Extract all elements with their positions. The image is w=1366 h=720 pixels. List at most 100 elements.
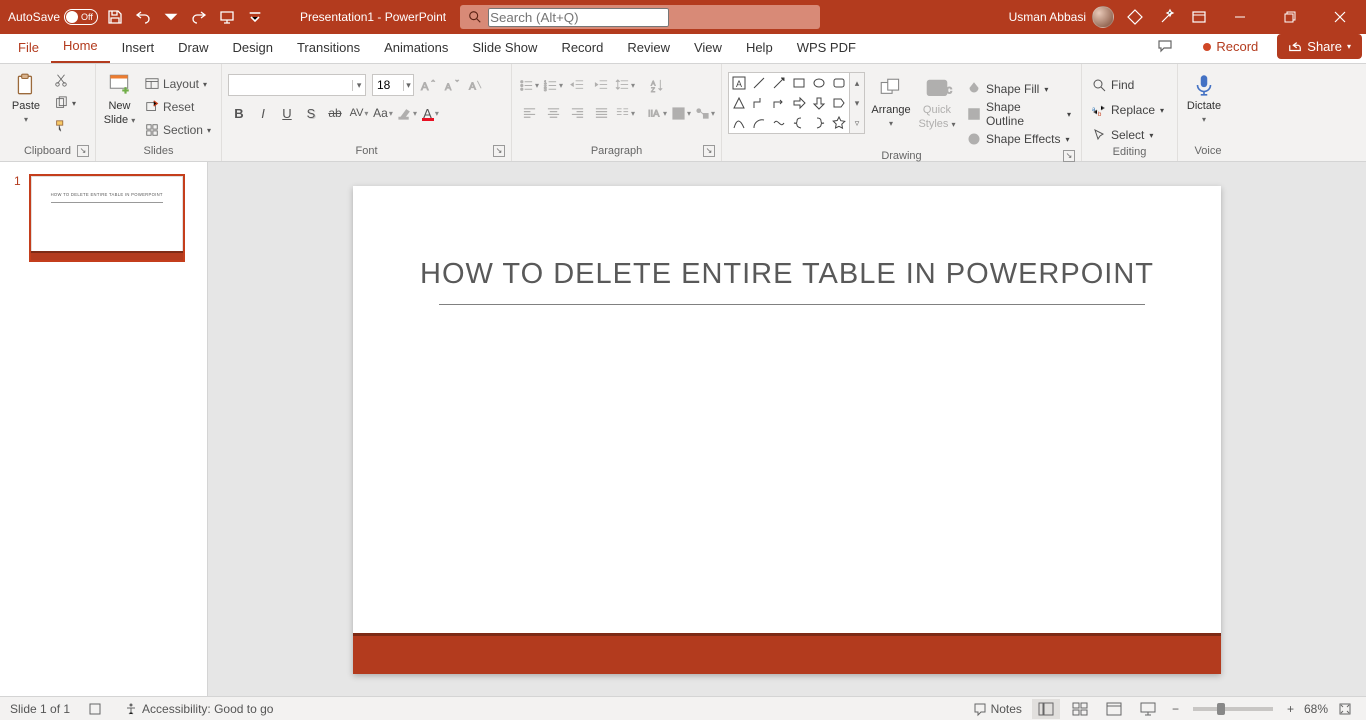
strike-button[interactable]: ab bbox=[324, 102, 346, 124]
shape-triangle-icon[interactable] bbox=[729, 93, 749, 113]
undo-icon[interactable] bbox=[132, 6, 154, 28]
tab-home[interactable]: Home bbox=[51, 32, 110, 63]
change-case-button[interactable]: Aa▾ bbox=[372, 102, 394, 124]
replace-button[interactable]: abReplace▾ bbox=[1088, 99, 1168, 121]
status-accessibility[interactable]: Accessibility: Good to go bbox=[120, 700, 277, 718]
reset-button[interactable]: Reset bbox=[141, 97, 215, 117]
shape-down-arrow-icon[interactable] bbox=[809, 93, 829, 113]
share-button[interactable]: Share ▾ bbox=[1277, 34, 1362, 59]
shape-rect-icon[interactable] bbox=[789, 73, 809, 93]
view-slideshow-icon[interactable] bbox=[1134, 699, 1162, 719]
undo-more-icon[interactable] bbox=[160, 6, 182, 28]
diamond-icon[interactable] bbox=[1124, 6, 1146, 28]
save-icon[interactable] bbox=[104, 6, 126, 28]
dictate-button[interactable]: Dictate▾ bbox=[1184, 68, 1224, 126]
shape-textbox-icon[interactable]: A bbox=[729, 73, 749, 93]
tab-transitions[interactable]: Transitions bbox=[285, 34, 372, 63]
paste-button[interactable]: Paste ▾ bbox=[6, 68, 46, 126]
shape-right-arrow-icon[interactable] bbox=[789, 93, 809, 113]
zoom-slider[interactable] bbox=[1193, 707, 1273, 711]
tab-draw[interactable]: Draw bbox=[166, 34, 220, 63]
font-size-combo[interactable]: ▾ bbox=[372, 74, 414, 96]
char-spacing-button[interactable]: AV▾ bbox=[348, 102, 370, 124]
numbering-button[interactable]: 123▾ bbox=[542, 74, 564, 96]
shape-brace-left-icon[interactable] bbox=[789, 113, 809, 133]
chevron-down-icon[interactable]: ▾ bbox=[352, 80, 365, 91]
tab-insert[interactable]: Insert bbox=[110, 34, 167, 63]
customize-qat-icon[interactable] bbox=[244, 6, 266, 28]
shape-line-icon[interactable] bbox=[749, 73, 769, 93]
tab-review[interactable]: Review bbox=[615, 34, 682, 63]
align-text-button[interactable]: ▾ bbox=[670, 102, 692, 124]
status-slide-info[interactable]: Slide 1 of 1 bbox=[10, 702, 70, 716]
columns-button[interactable]: ▾ bbox=[614, 102, 636, 124]
smartart-button[interactable]: ▾ bbox=[694, 102, 716, 124]
shape-arrow-line-icon[interactable] bbox=[769, 73, 789, 93]
search-input[interactable] bbox=[488, 8, 669, 27]
tab-view[interactable]: View bbox=[682, 34, 734, 63]
increase-indent-button[interactable] bbox=[590, 74, 612, 96]
status-spellcheck[interactable] bbox=[84, 700, 106, 718]
ribbon-mode-icon[interactable] bbox=[1188, 6, 1210, 28]
toggle-track[interactable]: Off bbox=[64, 9, 98, 25]
zoom-out-button[interactable]: − bbox=[1168, 700, 1183, 718]
redo-icon[interactable] bbox=[188, 6, 210, 28]
cut-button[interactable] bbox=[50, 70, 80, 90]
align-left-button[interactable] bbox=[518, 102, 540, 124]
minimize-button[interactable] bbox=[1220, 0, 1260, 34]
font-color-button[interactable]: A▾ bbox=[420, 102, 442, 124]
align-center-button[interactable] bbox=[542, 102, 564, 124]
comments-button[interactable] bbox=[1146, 33, 1184, 59]
shape-arc-icon[interactable] bbox=[749, 113, 769, 133]
view-sorter-icon[interactable] bbox=[1066, 699, 1094, 719]
chevron-down-icon[interactable]: ▾ bbox=[403, 80, 413, 91]
justify-button[interactable] bbox=[590, 102, 612, 124]
tab-design[interactable]: Design bbox=[221, 34, 285, 63]
line-spacing-button[interactable]: ▾ bbox=[614, 74, 636, 96]
slide[interactable]: HOW TO DELETE ENTIRE TABLE IN POWERPOINT bbox=[353, 186, 1221, 674]
underline-button[interactable]: U bbox=[276, 102, 298, 124]
view-reading-icon[interactable] bbox=[1100, 699, 1128, 719]
section-button[interactable]: Section▾ bbox=[141, 120, 215, 140]
select-button[interactable]: Select▾ bbox=[1088, 124, 1168, 146]
shadow-button[interactable]: S bbox=[300, 102, 322, 124]
format-painter-button[interactable] bbox=[50, 116, 80, 136]
tab-wps-pdf[interactable]: WPS PDF bbox=[785, 34, 868, 63]
fit-to-window-icon[interactable] bbox=[1334, 700, 1356, 718]
zoom-in-button[interactable]: + bbox=[1283, 700, 1298, 718]
wand-icon[interactable] bbox=[1156, 6, 1178, 28]
shape-connector-icon[interactable] bbox=[769, 113, 789, 133]
arrange-button[interactable]: Arrange▾ bbox=[871, 72, 911, 130]
chevron-down-icon[interactable]: ▾ bbox=[24, 114, 28, 126]
shape-outline-button[interactable]: Shape Outline▾ bbox=[963, 103, 1075, 125]
shapes-gallery[interactable]: A bbox=[728, 72, 850, 134]
decrease-indent-button[interactable] bbox=[566, 74, 588, 96]
present-icon[interactable] bbox=[216, 6, 238, 28]
dialog-launcher-icon[interactable]: ↘ bbox=[493, 145, 505, 157]
dialog-launcher-icon[interactable]: ↘ bbox=[77, 145, 89, 157]
slide-canvas-area[interactable]: HOW TO DELETE ENTIRE TABLE IN POWERPOINT bbox=[208, 162, 1366, 696]
text-direction-button[interactable]: IIA▾ bbox=[646, 102, 668, 124]
zoom-percent[interactable]: 68% bbox=[1304, 702, 1328, 716]
view-normal-icon[interactable] bbox=[1032, 699, 1060, 719]
sort-icon[interactable]: AZ bbox=[646, 74, 668, 96]
shape-curve-icon[interactable] bbox=[729, 113, 749, 133]
tab-record[interactable]: Record bbox=[549, 34, 615, 63]
account-button[interactable]: Usman Abbasi bbox=[1009, 6, 1114, 28]
slide-thumbnail-1[interactable]: 1 HOW TO DELETE ENTIRE TABLE IN POWERPOI… bbox=[14, 174, 193, 262]
italic-button[interactable]: I bbox=[252, 102, 274, 124]
dialog-launcher-icon[interactable]: ↘ bbox=[1063, 150, 1075, 162]
shape-fill-button[interactable]: Shape Fill▾ bbox=[963, 78, 1075, 100]
shape-oval-icon[interactable] bbox=[809, 73, 829, 93]
shrink-font-button[interactable]: A bbox=[440, 74, 462, 96]
record-button[interactable]: Record bbox=[1192, 34, 1269, 59]
thumb-preview[interactable]: HOW TO DELETE ENTIRE TABLE IN POWERPOINT bbox=[29, 174, 185, 262]
copy-button[interactable]: ▾ bbox=[50, 93, 80, 113]
shape-star-icon[interactable] bbox=[829, 113, 849, 133]
tab-slideshow[interactable]: Slide Show bbox=[460, 34, 549, 63]
tab-file[interactable]: File bbox=[6, 34, 51, 63]
restore-button[interactable] bbox=[1270, 0, 1310, 34]
font-family-combo[interactable]: ▾ bbox=[228, 74, 366, 96]
find-button[interactable]: Find bbox=[1088, 74, 1168, 96]
tab-help[interactable]: Help bbox=[734, 34, 785, 63]
